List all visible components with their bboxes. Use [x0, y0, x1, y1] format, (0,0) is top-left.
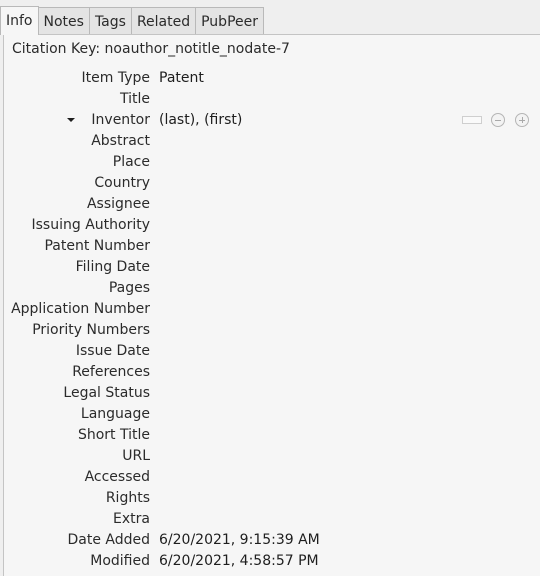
tab-bar: Info Notes Tags Related PubPeer: [0, 6, 540, 35]
field-row-inventor: Inventor (last), (first): [4, 110, 540, 131]
tab-related[interactable]: Related: [131, 7, 196, 35]
field-row-language: Language: [4, 404, 540, 425]
citation-key-line: Citation Key: noauthor_notitle_nodate-7: [12, 41, 290, 57]
tab-notes[interactable]: Notes: [38, 7, 90, 35]
field-label-accessed: Accessed: [85, 467, 150, 488]
field-row-references: References: [4, 362, 540, 383]
field-row-title: Title: [4, 89, 540, 110]
field-label-patent-number: Patent Number: [44, 236, 150, 257]
field-row-abstract: Abstract: [4, 131, 540, 152]
modified-value: 6/20/2021, 4:58:57 PM: [159, 551, 319, 572]
dropdown-triangle-icon[interactable]: [67, 110, 77, 131]
field-label-date-added: Date Added: [67, 530, 150, 551]
field-label-short-title: Short Title: [78, 425, 150, 446]
field-row-priority-numbers: Priority Numbers: [4, 320, 540, 341]
date-added-value: 6/20/2021, 9:15:39 AM: [159, 530, 320, 551]
field-label-application-number: Application Number: [11, 299, 150, 320]
field-row-country: Country: [4, 173, 540, 194]
field-row-issue-date: Issue Date: [4, 341, 540, 362]
field-row-url: URL: [4, 446, 540, 467]
field-row-modified: Modified 6/20/2021, 4:58:57 PM: [4, 551, 540, 572]
field-label-issue-date: Issue Date: [76, 341, 150, 362]
field-row-application-number: Application Number: [4, 299, 540, 320]
tab-pubpeer[interactable]: PubPeer: [195, 7, 264, 35]
field-label-inventor[interactable]: Inventor: [91, 110, 150, 131]
field-label-legal-status: Legal Status: [63, 383, 150, 404]
citation-key-label: Citation Key:: [12, 41, 100, 57]
field-label-abstract: Abstract: [91, 131, 150, 152]
field-label-extra: Extra: [113, 509, 150, 530]
field-row-filing-date: Filing Date: [4, 257, 540, 278]
field-label-place: Place: [113, 152, 150, 173]
field-row-patent-number: Patent Number: [4, 236, 540, 257]
citation-key-value[interactable]: noauthor_notitle_nodate-7: [105, 41, 290, 57]
field-row-rights: Rights: [4, 488, 540, 509]
field-label-pages: Pages: [109, 278, 150, 299]
field-row-item-type: Item Type Patent: [4, 68, 540, 89]
field-list: Item Type Patent Title Inventor (last), …: [4, 68, 540, 572]
creator-controls: [462, 113, 539, 127]
field-label-priority-numbers: Priority Numbers: [32, 320, 150, 341]
info-panel: Citation Key: noauthor_notitle_nodate-7 …: [3, 34, 540, 576]
field-row-date-added: Date Added 6/20/2021, 9:15:39 AM: [4, 530, 540, 551]
tab-info[interactable]: Info: [0, 6, 39, 35]
field-label-references: References: [72, 362, 150, 383]
field-row-issuing-authority: Issuing Authority: [4, 215, 540, 236]
field-row-legal-status: Legal Status: [4, 383, 540, 404]
field-label-rights: Rights: [106, 488, 150, 509]
field-row-short-title: Short Title: [4, 425, 540, 446]
name-mode-switch-icon[interactable]: [462, 116, 482, 124]
plus-circle-icon[interactable]: [515, 113, 529, 127]
field-row-extra: Extra: [4, 509, 540, 530]
field-label-item-type: Item Type: [82, 68, 150, 89]
field-label-language: Language: [81, 404, 150, 425]
inventor-name-field[interactable]: (last), (first): [159, 110, 242, 131]
field-label-filing-date: Filing Date: [76, 257, 150, 278]
field-label-title: Title: [120, 89, 150, 110]
field-label-url[interactable]: URL: [122, 446, 150, 467]
field-label-assignee: Assignee: [87, 194, 150, 215]
field-label-country: Country: [94, 173, 150, 194]
field-label-modified: Modified: [90, 551, 150, 572]
minus-circle-icon[interactable]: [491, 113, 505, 127]
item-type-select[interactable]: Patent: [159, 68, 204, 89]
field-row-assignee: Assignee: [4, 194, 540, 215]
field-row-place: Place: [4, 152, 540, 173]
field-row-pages: Pages: [4, 278, 540, 299]
tab-tags[interactable]: Tags: [89, 7, 132, 35]
field-row-accessed: Accessed: [4, 467, 540, 488]
field-label-issuing-authority: Issuing Authority: [32, 215, 151, 236]
